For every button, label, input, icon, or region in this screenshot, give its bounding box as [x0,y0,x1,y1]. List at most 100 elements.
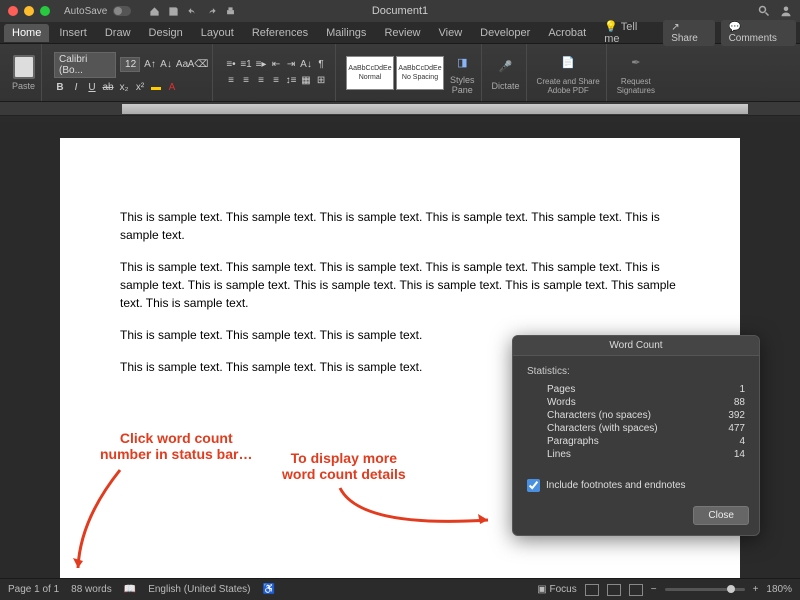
zoom-in-icon[interactable]: + [753,584,759,595]
signature-icon[interactable]: ✒ [624,51,648,75]
adobe-pdf-icon[interactable]: 📄 [556,51,580,75]
subscript-icon[interactable]: x₂ [118,82,130,94]
bullets-icon[interactable]: ≡• [225,59,237,71]
style-no-spacing[interactable]: AaBbCcDdEeNo Spacing [396,56,444,90]
search-icon[interactable] [758,5,770,17]
read-mode-icon[interactable] [629,584,643,596]
shrink-font-icon[interactable]: A↓ [160,59,172,71]
clear-format-icon[interactable]: A⌫ [192,59,204,71]
language-indicator[interactable]: English (United States) [148,584,250,595]
strike-icon[interactable]: ab [102,82,114,94]
grow-font-icon[interactable]: A↑ [144,59,156,71]
font-size-select[interactable]: 12 [120,57,140,72]
align-left-icon[interactable]: ≡ [225,75,237,87]
share-button[interactable]: ↗ Share [663,20,714,46]
borders-icon[interactable]: ⊞ [315,75,327,87]
ribbon: Paste Calibri (Bo... 12 A↑ A↓ Aa A⌫ B I … [0,44,800,102]
tab-design[interactable]: Design [141,24,191,42]
numbering-icon[interactable]: ≡1 [240,59,252,71]
account-icon[interactable] [780,5,792,17]
zoom-level[interactable]: 180% [766,584,792,595]
sort-icon[interactable]: A↓ [300,59,312,71]
font-family-select[interactable]: Calibri (Bo... [54,52,116,78]
quick-access-toolbar [149,6,236,17]
change-case-icon[interactable]: Aa [176,59,188,71]
accessibility-icon[interactable]: ♿ [262,584,274,595]
stat-row: Lines14 [547,448,745,461]
tab-developer[interactable]: Developer [472,24,538,42]
styles-pane-icon[interactable]: ◨ [450,51,474,75]
line-spacing-icon[interactable]: ↕≡ [285,75,297,87]
web-layout-icon[interactable] [607,584,621,596]
stat-row: Characters (no spaces)392 [547,409,745,422]
word-count-indicator[interactable]: 88 words [71,584,112,595]
highlight-icon[interactable]: ▬ [150,82,162,94]
align-center-icon[interactable]: ≡ [240,75,252,87]
stat-row: Words88 [547,396,745,409]
arrow-right [330,478,500,538]
style-normal[interactable]: AaBbCcDdEeNormal [346,56,394,90]
paragraph-marks-icon[interactable]: ¶ [315,59,327,71]
close-button[interactable]: Close [693,506,749,525]
italic-icon[interactable]: I [70,82,82,94]
maximize-window-icon[interactable] [40,6,50,16]
stat-row: Pages1 [547,383,745,396]
tab-mailings[interactable]: Mailings [318,24,374,42]
tab-layout[interactable]: Layout [193,24,242,42]
styles-group: AaBbCcDdEeNormal AaBbCcDdEeNo Spacing ◨S… [340,44,482,101]
align-right-icon[interactable]: ≡ [255,75,267,87]
paragraph[interactable]: This is sample text. This sample text. T… [120,258,680,312]
zoom-out-icon[interactable]: − [651,584,657,595]
decrease-indent-icon[interactable]: ⇤ [270,59,282,71]
autosave-switch[interactable] [113,6,131,16]
signature-label: Request Signatures [617,77,655,95]
include-footnotes-checkbox[interactable]: Include footnotes and endnotes [527,479,745,492]
tab-review[interactable]: Review [376,24,428,42]
save-icon[interactable] [168,6,179,17]
autosave-toggle[interactable]: AutoSave [64,6,107,17]
undo-icon[interactable] [187,6,198,17]
focus-mode[interactable]: ▣ Focus [537,584,576,595]
statistics-label: Statistics: [527,366,745,377]
justify-icon[interactable]: ≡ [270,75,282,87]
home-icon[interactable] [149,6,160,17]
horizontal-ruler[interactable] [0,102,800,116]
stat-row: Paragraphs4 [547,435,745,448]
tab-acrobat[interactable]: Acrobat [540,24,594,42]
font-group: Calibri (Bo... 12 A↑ A↓ Aa A⌫ B I U ab x… [46,44,213,101]
dialog-title: Word Count [513,336,759,356]
ribbon-tabs: Home Insert Draw Design Layout Reference… [0,22,800,44]
dictate-group[interactable]: 🎤 Dictate [486,44,527,101]
adobe-group[interactable]: 📄 Create and Share Adobe PDF [531,44,607,101]
word-count-dialog: Word Count Statistics: Pages1 Words88 Ch… [512,335,760,536]
dictate-icon[interactable]: 🎤 [494,55,518,79]
comments-button[interactable]: 💬 Comments [721,20,796,46]
tab-draw[interactable]: Draw [97,24,139,42]
font-color-icon[interactable]: A [166,82,178,94]
superscript-icon[interactable]: x² [134,82,146,94]
print-layout-icon[interactable] [585,584,599,596]
page-indicator[interactable]: Page 1 of 1 [8,584,59,595]
bold-icon[interactable]: B [54,82,66,94]
minimize-window-icon[interactable] [24,6,34,16]
close-window-icon[interactable] [8,6,18,16]
increase-indent-icon[interactable]: ⇥ [285,59,297,71]
signatures-group[interactable]: ✒ Request Signatures [611,44,661,101]
stat-row: Characters (with spaces)477 [547,422,745,435]
clipboard-group: Paste [6,44,42,101]
zoom-slider[interactable] [665,588,745,591]
tab-home[interactable]: Home [4,24,49,42]
include-label: Include footnotes and endnotes [546,480,686,491]
redo-icon[interactable] [206,6,217,17]
spellcheck-icon[interactable]: 📖 [124,584,136,595]
tab-references[interactable]: References [244,24,316,42]
tab-view[interactable]: View [431,24,471,42]
paste-icon[interactable] [13,55,35,79]
underline-icon[interactable]: U [86,82,98,94]
print-icon[interactable] [225,6,236,17]
paragraph-group: ≡• ≡1 ≡▸ ⇤ ⇥ A↓ ¶ ≡ ≡ ≡ ≡ ↕≡ ▦ ⊞ [217,44,336,101]
tab-insert[interactable]: Insert [51,24,95,42]
paragraph[interactable]: This is sample text. This sample text. T… [120,208,680,244]
multilevel-icon[interactable]: ≡▸ [255,59,267,71]
shading-icon[interactable]: ▦ [300,75,312,87]
